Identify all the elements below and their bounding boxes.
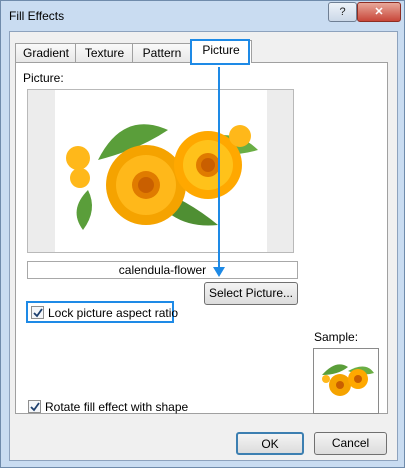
cancel-button[interactable]: Cancel (314, 432, 387, 455)
title-bar[interactable]: Fill Effects ? ✕ (1, 1, 404, 31)
picture-label: Picture: (23, 71, 64, 85)
rotate-fill-checkbox[interactable] (28, 400, 41, 413)
check-icon (30, 402, 40, 412)
select-picture-button[interactable]: Select Picture... (204, 282, 298, 305)
close-button[interactable]: ✕ (357, 2, 401, 22)
tab-pattern[interactable]: Pattern (132, 43, 192, 63)
tab-picture-highlight (190, 39, 250, 65)
help-button[interactable]: ? (328, 2, 357, 22)
tab-gradient[interactable]: Gradient (15, 43, 77, 63)
sample-flower-icon (322, 364, 374, 396)
calendula-flower-image (55, 90, 267, 252)
sample-label: Sample: (314, 330, 359, 344)
lock-aspect-checkbox[interactable] (31, 306, 44, 319)
tab-texture[interactable]: Texture (75, 43, 134, 63)
check-icon (33, 308, 43, 318)
dialog-body: Gradient Texture Pattern Picture Picture… (9, 31, 398, 461)
window-title: Fill Effects (9, 9, 65, 23)
picture-filename: calendula-flower (27, 261, 298, 279)
picture-panel: Picture: calendula-flower Select Picture… (15, 62, 388, 414)
fill-effects-dialog: Fill Effects ? ✕ Gradient Texture Patter… (0, 0, 405, 468)
sample-preview (313, 348, 379, 414)
lock-aspect-label[interactable]: Lock picture aspect ratio (48, 306, 178, 320)
rotate-fill-label[interactable]: Rotate fill effect with shape (45, 400, 188, 414)
picture-preview (27, 89, 294, 253)
ok-button[interactable]: OK (236, 432, 304, 455)
